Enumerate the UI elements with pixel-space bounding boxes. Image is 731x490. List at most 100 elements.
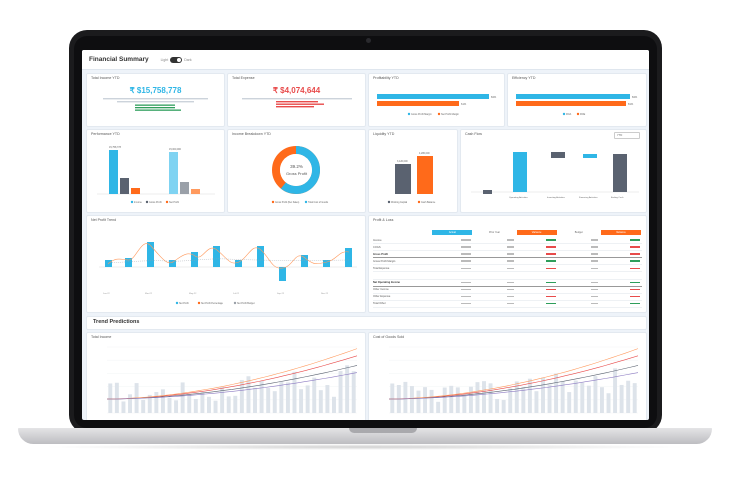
table-row: COGS — [373, 244, 642, 252]
svg-text:Gross Profit: Gross Profit — [149, 201, 162, 204]
trend-bar — [619, 384, 624, 413]
svg-text:Cash Balance: Cash Balance — [421, 202, 436, 204]
svg-text:4,280,000: 4,280,000 — [419, 152, 430, 155]
row-cell — [558, 253, 600, 256]
bar-gross-profit-margin — [377, 94, 489, 99]
trend-bar — [108, 383, 113, 413]
efficiency-card: Efficiency YTD 84% 81% ROA ROE — [507, 73, 647, 127]
svg-text:15,758,778: 15,758,778 — [109, 146, 122, 149]
svg-text:Net Profit Percentage: Net Profit Percentage — [201, 302, 224, 305]
table-row: Gross Profit — [373, 251, 642, 259]
trend-bar — [501, 400, 506, 413]
row-cell — [516, 267, 558, 270]
table-row: Income — [373, 237, 642, 245]
trend-bar — [495, 398, 500, 413]
trend-bar — [128, 394, 132, 413]
svg-text:May-22: May-22 — [189, 293, 197, 295]
svg-text:3,120,000: 3,120,000 — [397, 160, 408, 163]
svg-text:15,000,000: 15,000,000 — [169, 148, 182, 151]
trend-bar — [390, 383, 395, 413]
income-breakdown-card: Income Breakdown YTD Gross Profit (Net S… — [227, 129, 366, 213]
row-label: Income — [373, 238, 382, 242]
pl-rows: Income COGS Gross Profit Gross Profit Margi… — [373, 237, 642, 312]
kpi-value: ₹ $4,074,644 — [272, 86, 321, 95]
trend-bar — [606, 393, 611, 413]
svg-text:Investing Activities: Investing Activities — [547, 196, 566, 199]
row-cell — [558, 246, 600, 249]
theme-toggle[interactable] — [170, 56, 183, 63]
trend-bar — [488, 383, 493, 413]
laptop-lid: Financial Summary Light Dark Total Incom… — [69, 30, 662, 433]
row-cell — [516, 295, 558, 298]
trend-bar — [141, 399, 146, 413]
section-title: Trend Predictions — [93, 319, 140, 325]
row-label: Gross Profit Margin — [373, 259, 396, 263]
table-row: Other Income — [373, 287, 642, 294]
row-label: Total Expense — [373, 266, 390, 270]
trend-bar — [534, 391, 539, 413]
row-cell — [600, 239, 642, 242]
trend-bar — [226, 396, 231, 413]
trend-bar — [338, 371, 343, 413]
top-bar: Financial Summary Light Dark — [82, 50, 649, 70]
row-cell — [600, 295, 642, 298]
laptop-bezel: Financial Summary Light Dark Total Incom… — [74, 36, 657, 428]
trend-bar — [632, 383, 637, 413]
kpi-card-expense: Total Expense ₹ $4,074,644 — [227, 73, 366, 127]
svg-text:84%: 84% — [632, 95, 638, 99]
trend-bar — [325, 385, 330, 413]
table-row: Total Other — [373, 301, 642, 308]
trend-bar — [207, 396, 211, 413]
row-label: Other Income — [373, 288, 389, 292]
row-cell — [516, 302, 558, 305]
trend-bar — [554, 373, 559, 413]
trend-bar — [332, 396, 336, 413]
row-cell — [558, 295, 600, 298]
laptop-screen: Financial Summary Light Dark Total Incom… — [82, 50, 649, 420]
svg-text:Sep-22: Sep-22 — [277, 293, 285, 295]
trend-bar — [468, 386, 473, 413]
profitability-card: Profitability YTD 84% 61% Gross Profit M… — [368, 73, 505, 127]
toggle-left-label: Light — [160, 57, 169, 62]
svg-text:Net Profit: Net Profit — [179, 302, 189, 305]
performance-chart: 15,758,778 15,000,000 Income Gross Profi… — [97, 146, 215, 204]
row-cell — [558, 267, 600, 270]
svg-text:Jul-22: Jul-22 — [233, 293, 240, 295]
row-cell — [558, 239, 600, 242]
camera-icon — [366, 38, 371, 43]
trend-bar — [449, 385, 454, 413]
svg-text:Working Capital: Working Capital — [391, 201, 408, 204]
trend-bar — [193, 398, 198, 413]
trend-bar — [475, 382, 480, 413]
trend-bar — [114, 382, 119, 413]
kpi-card-income: Total Income YTD ₹ $15,758,778 — [86, 73, 225, 127]
row-cell — [516, 288, 558, 291]
trend-bar — [345, 365, 350, 413]
row-cell — [600, 253, 642, 256]
row-cell — [516, 246, 558, 249]
net-profit-trend-card: Net Profit Trend Jan-22 Mar-22 May-22 Ju… — [86, 215, 366, 313]
row-cell — [431, 267, 473, 270]
trend-bar — [299, 389, 304, 413]
row-cell — [600, 267, 642, 270]
trend-bar — [541, 377, 545, 413]
profitability-chart: 84% 61% Gross Profit Margin Net Profit M… — [377, 94, 497, 116]
row-cell — [431, 239, 473, 242]
row-cell — [431, 288, 473, 291]
net-profit-chart: Jan-22 Mar-22 May-22 Jul-22 Sep-22 Nov-22 Net… — [99, 242, 357, 305]
svg-text:Net Profit: Net Profit — [169, 201, 179, 204]
trend-bar — [285, 382, 290, 413]
performance-card: Performance YTD 15,758,778 15,000,000 In… — [86, 129, 225, 213]
col-variance-2: Variance — [600, 230, 641, 235]
svg-text:Ending Cash: Ending Cash — [611, 197, 624, 199]
table-row — [373, 308, 642, 312]
svg-text:Total Cost of Goods: Total Cost of Goods — [308, 201, 329, 204]
svg-text:61%: 61% — [461, 102, 467, 106]
total-income-trend-card: Total Income — [86, 332, 366, 420]
kpi-detail-lines — [242, 98, 352, 108]
row-cell — [473, 295, 515, 298]
row-label: Net Operating Income — [373, 281, 400, 285]
row-cell — [431, 281, 473, 284]
svg-text:Income: Income — [134, 201, 143, 204]
trend-bar — [508, 388, 513, 413]
